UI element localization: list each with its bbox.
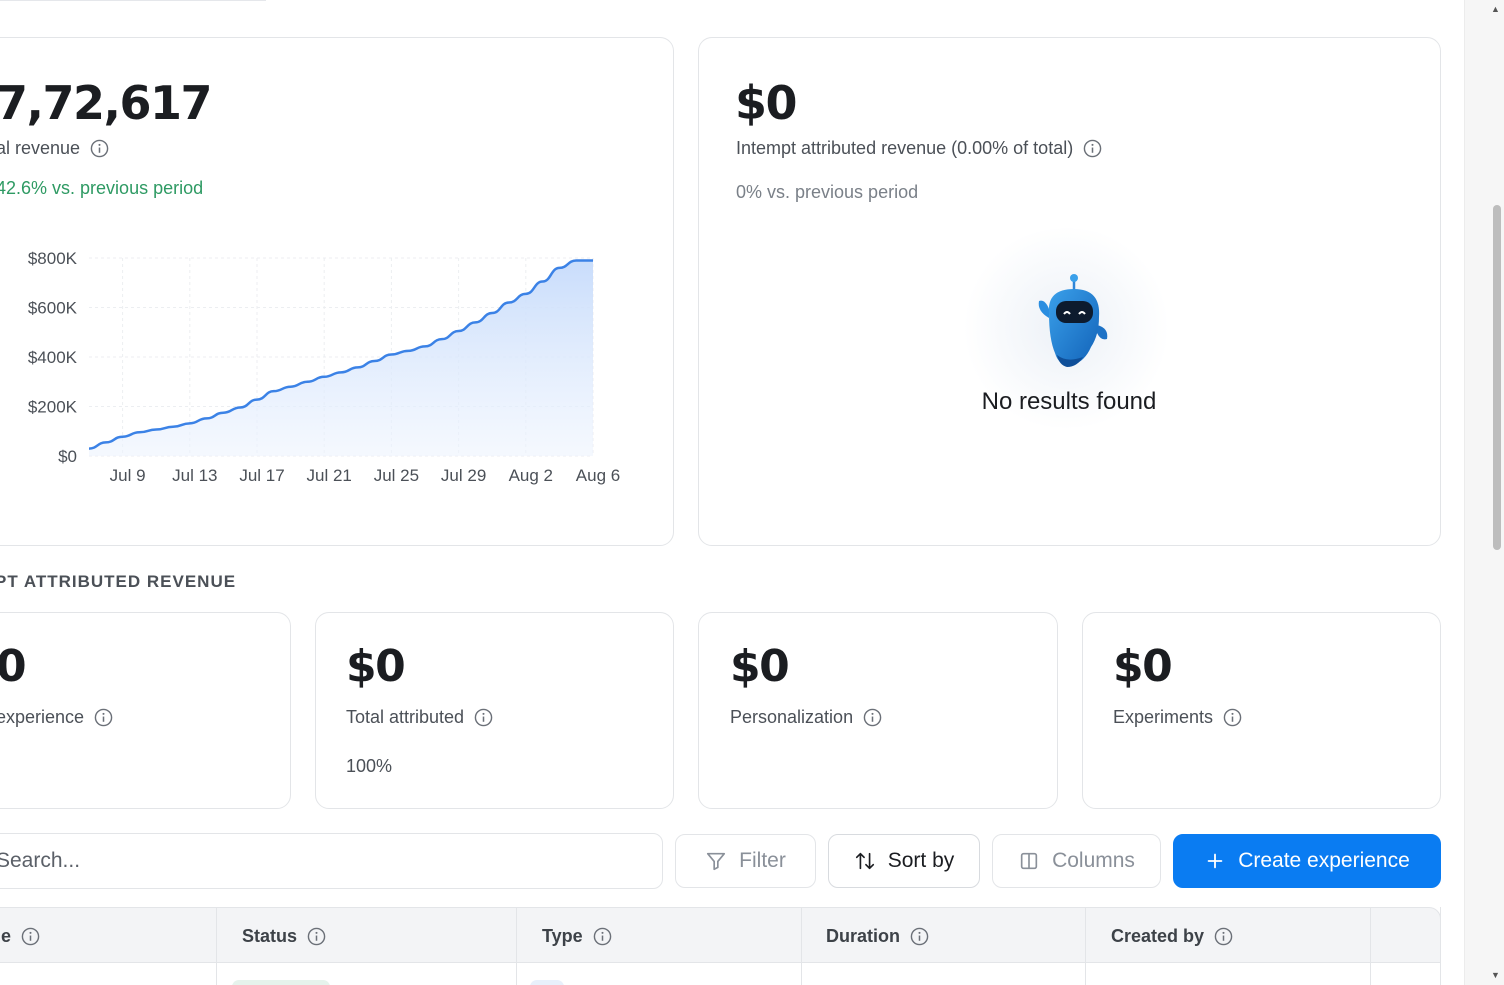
- attributed-revenue-value: $0: [735, 76, 798, 130]
- metric-card-total-attributed: $0 Total attributed 100%: [315, 612, 674, 809]
- column-header-label: Type: [542, 925, 583, 946]
- top-divider: [0, 0, 266, 1]
- metric-card-personalization: $0 Personalization: [698, 612, 1058, 809]
- x-tick-label: Jul 25: [374, 466, 419, 485]
- metric-label: experience: [0, 707, 85, 727]
- plus-icon: [1207, 853, 1223, 869]
- metric-label-row: experience: [0, 707, 113, 728]
- info-icon[interactable]: [307, 927, 326, 946]
- column-header-created-by[interactable]: Created by: [1111, 908, 1233, 964]
- no-results-text: No results found: [981, 388, 1157, 415]
- info-icon[interactable]: [474, 708, 493, 727]
- y-tick-label: $600K: [28, 299, 78, 318]
- column-header-label: Status: [242, 925, 298, 946]
- column-header-duration[interactable]: Duration: [826, 908, 929, 964]
- y-tick-label: $0: [58, 447, 77, 466]
- column-divider: [1370, 907, 1371, 985]
- total-revenue-card: 7,72,617 al revenue 42.6% vs. previous p…: [0, 37, 674, 546]
- metric-label: Experiments: [1113, 707, 1214, 727]
- attributed-revenue-delta: 0% vs. previous period: [736, 182, 919, 202]
- metric-label-row: Experiments: [1113, 707, 1242, 728]
- column-divider: [216, 907, 217, 985]
- column-divider: [1085, 907, 1086, 985]
- table-row-divider: [0, 962, 1441, 963]
- columns-label: Columns: [1052, 849, 1135, 872]
- sort-label: Sort by: [887, 849, 955, 872]
- revenue-chart: $800K $600K $400K $200K $0 Jul 9 Jul 13 Jul 17…: [28, 249, 620, 485]
- metric-value: $0: [1113, 641, 1173, 692]
- search-box: [0, 833, 663, 889]
- metric-label-row: Personalization: [730, 707, 882, 728]
- section-title: PT ATTRIBUTED REVENUE: [0, 572, 237, 591]
- x-tick-label: Jul 9: [110, 466, 146, 485]
- metric-value: $0: [730, 641, 790, 692]
- info-icon[interactable]: [863, 708, 882, 727]
- column-header-name[interactable]: e: [1, 908, 40, 964]
- metric-card-experience: 0 experience: [0, 612, 291, 809]
- metric-sub-value: 100%: [346, 756, 393, 776]
- column-header-label: e: [1, 925, 12, 946]
- attributed-revenue-card: $0 Intempt attributed revenue (0.00% of …: [698, 37, 1441, 546]
- column-header-label: Duration: [826, 925, 900, 946]
- info-icon[interactable]: [1083, 139, 1102, 158]
- column-header-label: Created by: [1111, 925, 1205, 946]
- empty-state: No results found: [949, 228, 1189, 428]
- column-divider: [801, 907, 802, 985]
- info-icon[interactable]: [593, 927, 612, 946]
- info-icon[interactable]: [94, 708, 113, 727]
- filter-label: Filter: [739, 849, 786, 872]
- metric-label: Personalization: [730, 707, 854, 727]
- y-tick-label: $400K: [28, 348, 78, 367]
- column-divider: [516, 907, 517, 985]
- attributed-revenue-label: Intempt attributed revenue (0.00% of tot…: [736, 138, 1074, 158]
- chart-area: [89, 260, 593, 456]
- columns-icon: [1020, 852, 1038, 870]
- metric-card-experiments: $0 Experiments: [1082, 612, 1441, 809]
- create-experience-button[interactable]: Create experience: [1173, 834, 1441, 888]
- x-tick-label: Jul 13: [172, 466, 217, 485]
- filter-icon: [707, 852, 726, 871]
- metric-value: 0: [0, 641, 27, 692]
- search-input[interactable]: [0, 834, 662, 888]
- info-icon[interactable]: [1214, 927, 1233, 946]
- create-experience-label: Create experience: [1238, 849, 1410, 872]
- scroll-down-arrow-icon[interactable]: ▼: [1491, 970, 1500, 980]
- type-badge: [530, 980, 564, 985]
- scrollbar-thumb[interactable]: [1493, 205, 1501, 550]
- info-icon[interactable]: [1223, 708, 1242, 727]
- metric-label: Total attributed: [346, 707, 465, 727]
- sort-button[interactable]: Sort by: [828, 834, 980, 888]
- metric-value: $0: [346, 641, 406, 692]
- table-right-border: [1440, 907, 1441, 985]
- sort-arrows-icon: [855, 852, 874, 870]
- x-tick-label: Aug 2: [509, 466, 553, 485]
- column-header-status[interactable]: Status: [242, 908, 326, 964]
- columns-button[interactable]: Columns: [992, 834, 1161, 888]
- info-icon[interactable]: [910, 927, 929, 946]
- y-tick-label: $800K: [28, 249, 78, 268]
- filter-button[interactable]: Filter: [675, 834, 816, 888]
- metric-label-row: Total attributed: [346, 707, 493, 728]
- info-icon[interactable]: [21, 927, 40, 946]
- x-tick-label: Jul 21: [307, 466, 352, 485]
- attributed-revenue-label-row: Intempt attributed revenue (0.00% of tot…: [736, 138, 1102, 159]
- status-badge: [232, 980, 330, 985]
- y-tick-label: $200K: [28, 398, 78, 417]
- scroll-up-arrow-icon[interactable]: ▲: [1491, 4, 1500, 14]
- x-tick-label: Aug 6: [576, 466, 620, 485]
- column-header-type[interactable]: Type: [542, 908, 612, 964]
- x-tick-label: Jul 17: [239, 466, 284, 485]
- x-tick-label: Jul 29: [441, 466, 486, 485]
- robot-mascot-icon: [1038, 274, 1108, 367]
